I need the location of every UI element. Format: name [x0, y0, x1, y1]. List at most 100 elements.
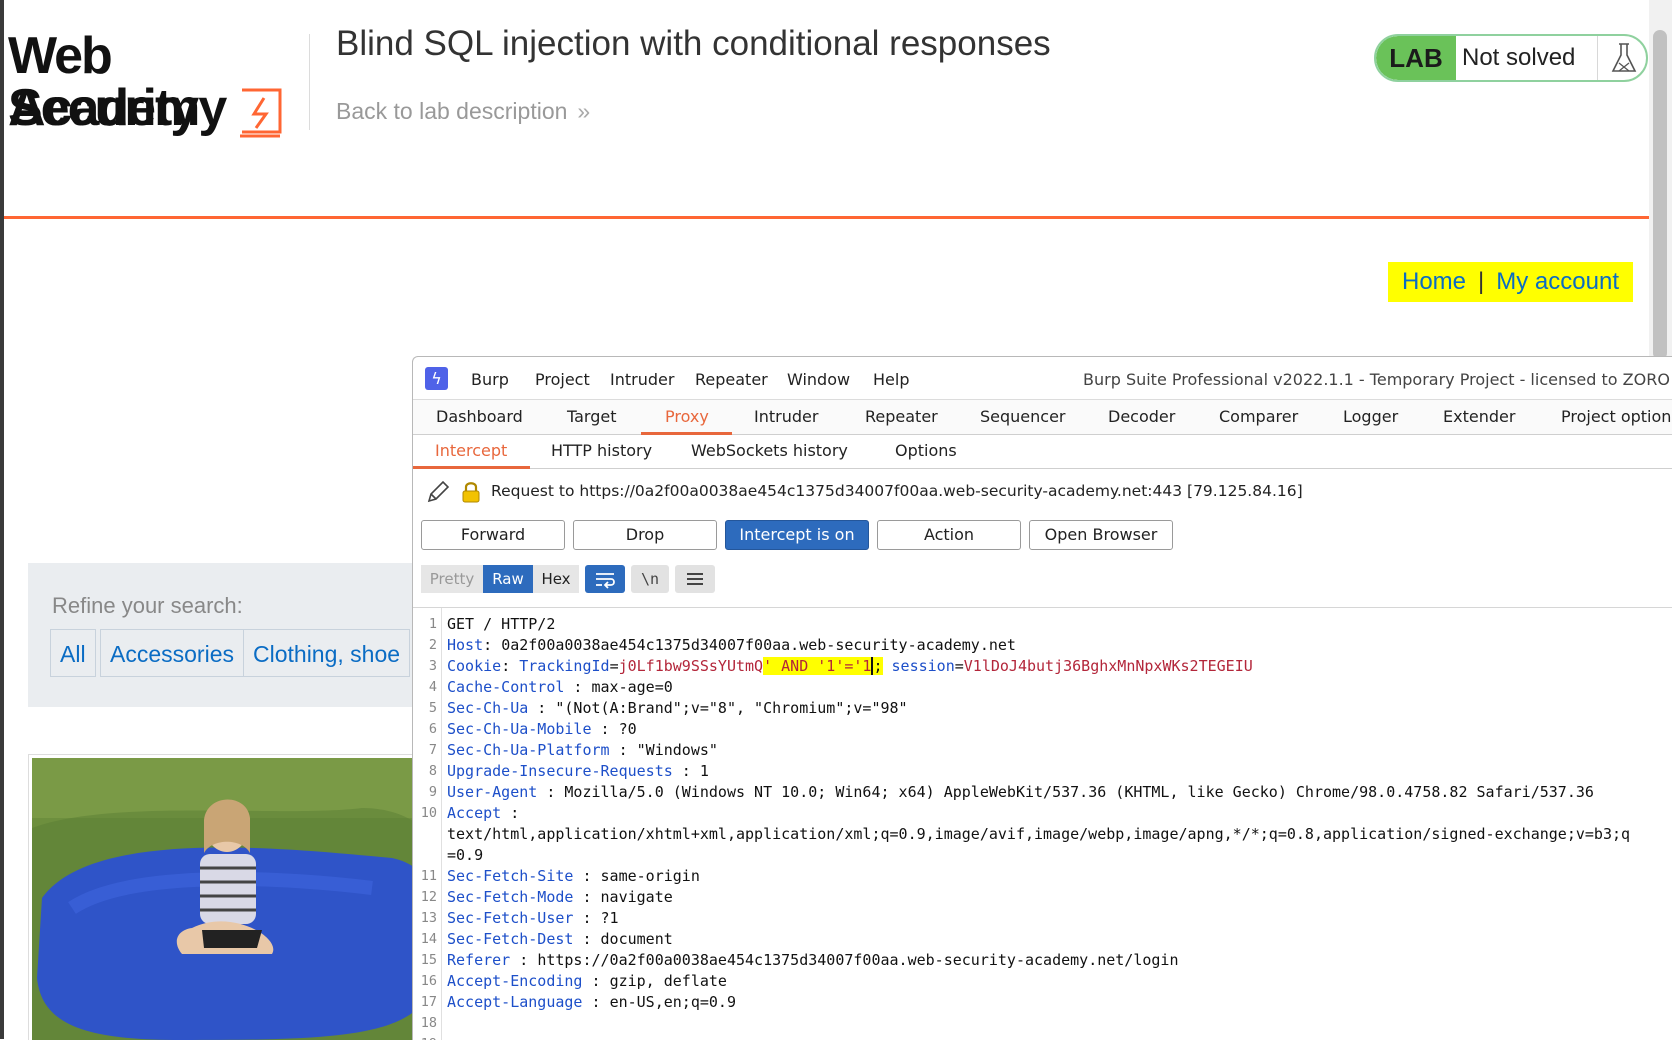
- header-rule: [4, 216, 1649, 219]
- wrap-lines-icon[interactable]: [585, 565, 625, 593]
- tab-decoder[interactable]: Decoder: [1108, 400, 1175, 434]
- header-sec-fetch-site: Sec-Fetch-Site : same-origin: [447, 867, 700, 885]
- filter-accessories[interactable]: Accessories: [100, 629, 244, 677]
- header-accept-language: Accept-Language : en-US,en;q=0.9: [447, 993, 736, 1011]
- page-scrollbar-thumb[interactable]: [1653, 30, 1667, 360]
- line-number: 19: [413, 1036, 437, 1040]
- header-sec-fetch-dest: Sec-Fetch-Dest : document: [447, 930, 673, 948]
- lab-status-badge: LAB Not solved: [1374, 34, 1648, 82]
- menu-lines-icon[interactable]: [675, 565, 715, 593]
- tab-logger[interactable]: Logger: [1343, 400, 1398, 434]
- subtab-options[interactable]: Options: [895, 434, 957, 468]
- back-to-lab-description-link[interactable]: Back to lab description »: [336, 98, 590, 125]
- filter-clothing-shoes[interactable]: Clothing, shoe: [243, 629, 411, 677]
- nav-separator: |: [1478, 268, 1485, 295]
- logo-line-2: Academy: [8, 79, 227, 137]
- pencil-icon[interactable]: [425, 479, 451, 505]
- menu-project[interactable]: Project: [535, 370, 590, 389]
- header-cache-control: Cache-Control : max-age=0: [447, 678, 673, 696]
- request-line: GET / HTTP/2: [447, 615, 556, 633]
- burp-window-title: Burp Suite Professional v2022.1.1 - Temp…: [1083, 370, 1670, 389]
- line-number: 1: [428, 616, 437, 632]
- subtab-http-history[interactable]: HTTP history: [551, 434, 652, 468]
- line-number: 3: [428, 658, 437, 674]
- subtab-intercept-underline: [413, 466, 530, 469]
- open-browser-button[interactable]: Open Browser: [1029, 520, 1173, 550]
- burp-logo-icon: ϟ: [425, 367, 448, 390]
- line-number: 8: [428, 763, 437, 779]
- line-number: 18: [420, 1015, 437, 1031]
- menu-help[interactable]: Help: [873, 370, 909, 389]
- line-number: 10: [420, 805, 437, 821]
- header-sec-ch-ua-mobile: Sec-Ch-Ua-Mobile : ?0: [447, 720, 637, 738]
- line-number: 2: [428, 637, 437, 653]
- lab-label: LAB: [1376, 36, 1456, 80]
- web-security-academy-logo[interactable]: Web Security Academy: [8, 30, 308, 142]
- header-host: Host: 0a2f00a0038ae454c1375d34007f00aa.w…: [447, 636, 1016, 654]
- header-accept-encoding: Accept-Encoding : gzip, deflate: [447, 972, 727, 990]
- header-divider: [309, 34, 310, 130]
- header-accept: Accept :: [447, 804, 520, 822]
- tab-target[interactable]: Target: [567, 400, 617, 434]
- product-image: [32, 758, 446, 1040]
- header-sec-ch-ua-platform: Sec-Ch-Ua-Platform : "Windows": [447, 741, 718, 759]
- window-edge: [0, 0, 4, 1039]
- line-number: 14: [420, 931, 437, 947]
- filter-all[interactable]: All: [50, 629, 96, 677]
- format-raw-tab[interactable]: Raw: [483, 565, 533, 593]
- tab-proxy[interactable]: Proxy: [665, 400, 709, 434]
- product-card[interactable]: [28, 754, 450, 1040]
- format-hex-tab[interactable]: Hex: [533, 565, 579, 593]
- header-sec-fetch-user: Sec-Fetch-User : ?1: [447, 909, 619, 927]
- request-editor[interactable]: 1 GET / HTTP/2 2 Host: 0a2f00a0038ae454c…: [413, 607, 1672, 1040]
- line-number: 4: [428, 679, 437, 695]
- header-cookie: Cookie: TrackingId=j0Lf1bw9SSsYUtmQ' AND…: [447, 657, 1253, 675]
- burp-suite-window: ϟ Burp Project Intruder Repeater Window …: [412, 356, 1672, 1040]
- sql-injection-payload: ' AND '1'='1: [763, 657, 872, 675]
- line-number: 16: [420, 973, 437, 989]
- lab-status-text: Not solved: [1462, 44, 1576, 71]
- action-button[interactable]: Action: [877, 520, 1021, 550]
- refine-search-panel: Refine your search: All Accessories Clot…: [28, 563, 448, 707]
- burp-main-tabs: Dashboard Target Proxy Intruder Repeater…: [413, 399, 1672, 435]
- menu-intruder[interactable]: Intruder: [610, 370, 674, 389]
- format-pretty-tab[interactable]: Pretty: [421, 565, 483, 593]
- proxy-subtabs: Intercept HTTP history WebSockets histor…: [413, 434, 1672, 469]
- lab-title: Blind SQL injection with conditional res…: [336, 24, 1051, 63]
- line-number: 5: [428, 700, 437, 716]
- tab-intruder[interactable]: Intruder: [754, 400, 818, 434]
- intercept-toggle-button[interactable]: Intercept is on: [725, 520, 869, 550]
- tab-repeater[interactable]: Repeater: [865, 400, 938, 434]
- subtab-websockets-history[interactable]: WebSockets history: [691, 434, 848, 468]
- header-accept-value: text/html,application/xhtml+xml,applicat…: [447, 825, 1631, 843]
- line-number: 9: [428, 784, 437, 800]
- top-navigation: Home | My account: [1388, 262, 1633, 302]
- header-sec-fetch-mode: Sec-Fetch-Mode : navigate: [447, 888, 673, 906]
- tab-sequencer[interactable]: Sequencer: [980, 400, 1066, 434]
- header-sec-ch-ua: Sec-Ch-Ua : "(Not(A:Brand";v="8", "Chrom…: [447, 699, 908, 717]
- tab-project-options[interactable]: Project options: [1561, 400, 1672, 434]
- burp-menubar: ϟ Burp Project Intruder Repeater Window …: [413, 357, 1672, 399]
- nav-home-link[interactable]: Home: [1402, 268, 1466, 295]
- menu-burp[interactable]: Burp: [471, 370, 509, 389]
- tab-dashboard[interactable]: Dashboard: [436, 400, 523, 434]
- drop-button[interactable]: Drop: [573, 520, 717, 550]
- tab-extender[interactable]: Extender: [1443, 400, 1515, 434]
- lock-icon: [462, 482, 480, 503]
- line-number: 13: [420, 910, 437, 926]
- double-chevron-icon: »: [577, 98, 591, 124]
- subtab-intercept[interactable]: Intercept: [435, 434, 507, 468]
- nav-my-account-link[interactable]: My account: [1496, 268, 1619, 295]
- header-accept-value-cont: =0.9: [447, 846, 484, 864]
- line-number: 15: [420, 952, 437, 968]
- menu-repeater[interactable]: Repeater: [695, 370, 768, 389]
- back-link-label: Back to lab description: [336, 98, 568, 124]
- show-newlines-icon[interactable]: \n: [631, 565, 669, 593]
- menu-window[interactable]: Window: [787, 370, 850, 389]
- forward-button[interactable]: Forward: [421, 520, 565, 550]
- tab-comparer[interactable]: Comparer: [1219, 400, 1298, 434]
- refine-search-label: Refine your search:: [52, 593, 243, 618]
- header-upgrade-insecure-requests: Upgrade-Insecure-Requests : 1: [447, 762, 709, 780]
- line-number: 6: [428, 721, 437, 737]
- header-user-agent: User-Agent : Mozilla/5.0 (Windows NT 10.…: [447, 783, 1594, 801]
